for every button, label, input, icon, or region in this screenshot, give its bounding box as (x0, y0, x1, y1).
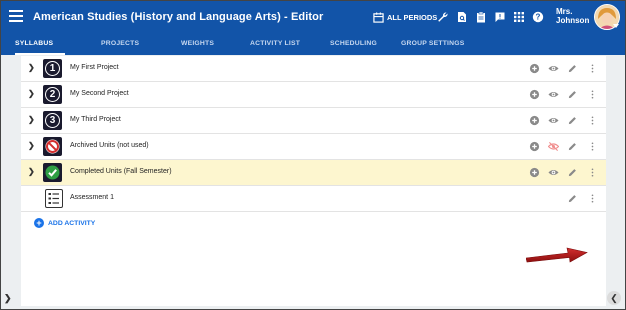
tab-projects[interactable]: PROJECTS (101, 40, 139, 47)
number-one-icon: 1 (43, 59, 62, 78)
visibility-off-icon[interactable] (548, 141, 559, 152)
more-options-icon[interactable] (587, 89, 598, 100)
svg-text:?: ? (536, 13, 541, 22)
hamburger-menu-icon[interactable] (9, 10, 23, 24)
user-menu-caret-icon[interactable] (613, 24, 619, 28)
collapse-panel-chevron-icon[interactable]: ❮ (607, 291, 621, 305)
all-periods-label: ALL PERIODS (387, 13, 438, 22)
document-search-icon[interactable] (456, 11, 468, 23)
tab-activity-list[interactable]: ACTIVITY LIST (250, 40, 300, 47)
checklist-icon (45, 189, 63, 208)
visibility-eye-icon[interactable] (548, 115, 559, 126)
feedback-icon[interactable] (494, 11, 506, 23)
user-title: Mrs. (556, 7, 573, 16)
tab-group-settings[interactable]: GROUP SETTINGS (401, 40, 464, 47)
more-options-icon[interactable] (587, 193, 598, 204)
add-activity-label: ADD ACTIVITY (48, 219, 96, 227)
expand-chevron-icon[interactable]: ❯ (28, 64, 35, 72)
add-circle-icon[interactable] (529, 115, 540, 126)
wrench-icon[interactable] (437, 11, 449, 23)
row-label: Archived Units (not used) (70, 142, 149, 149)
number-three-icon: 3 (43, 111, 62, 130)
add-circle-icon[interactable] (529, 89, 540, 100)
expand-chevron-icon[interactable]: ❯ (28, 116, 35, 124)
expand-chevron-icon[interactable]: ❯ (28, 142, 35, 150)
more-options-icon[interactable] (587, 141, 598, 152)
list-item[interactable]: Assessment 1 (21, 186, 606, 212)
add-circle-icon: + (34, 218, 44, 228)
list-item[interactable]: ❯ Archived Units (not used) (21, 134, 606, 160)
row-label: My First Project (70, 64, 119, 71)
more-options-icon[interactable] (587, 115, 598, 126)
syllabus-list: ❯ 1 My First Project ❯ 2 My Second Proje… (21, 56, 606, 306)
app-title: American Studies (History and Language A… (33, 11, 324, 23)
expand-chevron-icon[interactable]: ❯ (28, 168, 35, 176)
visibility-eye-icon[interactable] (548, 167, 559, 178)
all-periods-button[interactable]: ALL PERIODS (373, 12, 437, 23)
visibility-eye-icon[interactable] (548, 63, 559, 74)
add-activity-button[interactable]: + ADD ACTIVITY (34, 218, 95, 228)
tab-weights[interactable]: WEIGHTS (181, 40, 214, 47)
calendar-icon (373, 12, 384, 23)
edit-pencil-icon[interactable] (567, 115, 578, 126)
tab-scheduling[interactable]: SCHEDULING (330, 40, 377, 47)
edit-pencil-icon[interactable] (567, 89, 578, 100)
list-item[interactable]: ❯ Completed Units (Fall Semester) (21, 160, 606, 186)
more-options-icon[interactable] (587, 63, 598, 74)
tab-syllabus[interactable]: SYLLABUS (15, 40, 53, 47)
active-tab-indicator (15, 53, 65, 55)
row-label: Completed Units (Fall Semester) (70, 168, 172, 175)
list-item[interactable]: ❯ 3 My Third Project (21, 108, 606, 134)
visibility-eye-icon[interactable] (548, 89, 559, 100)
expand-chevron-icon[interactable]: ❯ (28, 90, 35, 98)
user-name[interactable]: Mrs. Johnson (556, 7, 589, 25)
more-options-icon[interactable] (587, 167, 598, 178)
row-label: Assessment 1 (70, 194, 114, 201)
annotation-arrow-icon (526, 247, 588, 263)
row-label: My Third Project (70, 116, 121, 123)
top-app-bar: American Studies (History and Language A… (1, 1, 625, 35)
edit-pencil-icon[interactable] (567, 193, 578, 204)
app-window: American Studies (History and Language A… (0, 0, 626, 310)
add-circle-icon[interactable] (529, 167, 540, 178)
add-circle-icon[interactable] (529, 63, 540, 74)
help-icon[interactable]: ? (532, 11, 544, 23)
checkmark-icon (43, 163, 62, 182)
list-item[interactable]: ❯ 1 My First Project (21, 56, 606, 82)
edit-pencil-icon[interactable] (567, 63, 578, 74)
clipboard-icon[interactable] (475, 11, 487, 23)
edit-pencil-icon[interactable] (567, 141, 578, 152)
no-entry-icon (43, 137, 62, 156)
add-circle-icon[interactable] (529, 141, 540, 152)
number-two-icon: 2 (43, 85, 62, 104)
tab-bar: SYLLABUS PROJECTS WEIGHTS ACTIVITY LIST … (1, 35, 625, 55)
list-item[interactable]: ❯ 2 My Second Project (21, 82, 606, 108)
apps-grid-icon[interactable] (513, 11, 525, 23)
row-label: My Second Project (70, 90, 129, 97)
expand-sidebar-chevron-icon[interactable]: ❯ (4, 293, 12, 304)
user-surname: Johnson (556, 16, 590, 25)
edit-pencil-icon[interactable] (567, 167, 578, 178)
